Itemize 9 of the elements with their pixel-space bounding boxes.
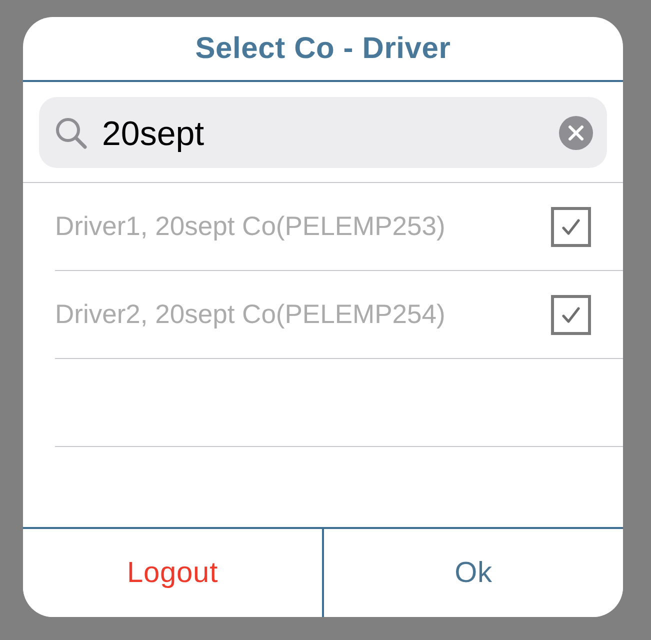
ok-button[interactable]: Ok — [322, 529, 623, 617]
checkbox[interactable] — [551, 294, 591, 334]
clear-icon[interactable] — [559, 116, 593, 150]
checkbox[interactable] — [551, 206, 591, 246]
search-field[interactable]: 20sept — [39, 97, 607, 168]
search-icon — [55, 117, 87, 149]
driver-label[interactable]: Driver2, 20sept Co(PELEMP254) — [55, 298, 446, 330]
dialog-title: Select Co - Driver — [195, 32, 451, 66]
driver-label[interactable]: Driver1, 20sept Co(PELEMP253) — [55, 210, 446, 242]
